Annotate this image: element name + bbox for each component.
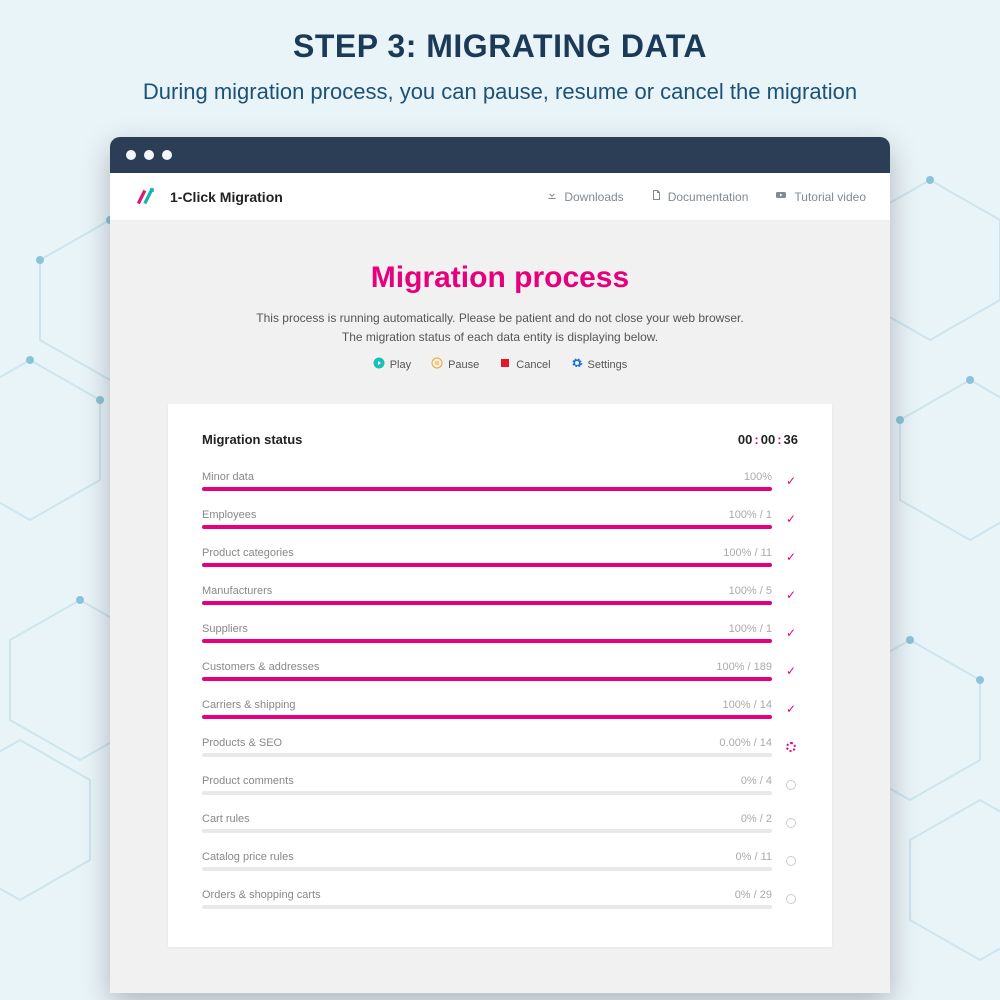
- check-icon: ✓: [784, 550, 798, 564]
- status-row-meta: 0% / 29: [735, 889, 772, 901]
- status-row-meta: 0% / 11: [736, 851, 773, 863]
- video-icon: [774, 189, 788, 204]
- page-description: This process is running automatically. P…: [128, 309, 872, 347]
- pending-icon: [784, 892, 798, 906]
- check-icon: ✓: [784, 474, 798, 488]
- migration-controls: Play Pause Cancel: [128, 357, 872, 372]
- nav-documentation[interactable]: Documentation: [650, 189, 749, 204]
- status-row-label: Carriers & shipping: [202, 699, 296, 711]
- elapsed-timer: 00:00:36: [738, 432, 798, 447]
- status-row: Carriers & shipping 100% / 14 ✓: [202, 699, 798, 719]
- play-label: Play: [390, 359, 411, 371]
- status-rows: Minor data100%✓Employees100% / 1✓Product…: [202, 471, 798, 909]
- check-icon: ✓: [784, 664, 798, 678]
- pending-icon: [784, 854, 798, 868]
- pause-icon: [431, 357, 443, 372]
- progress-bar: [202, 791, 772, 795]
- progress-bar: [202, 677, 772, 681]
- status-row: Orders & shopping carts 0% / 29: [202, 889, 798, 909]
- status-row-meta: 100% / 1: [729, 623, 772, 635]
- status-row-label: Suppliers: [202, 623, 248, 635]
- status-row: Suppliers 100% / 1 ✓: [202, 623, 798, 643]
- spinner-icon: [784, 740, 798, 754]
- settings-button[interactable]: Settings: [571, 357, 628, 372]
- status-row-meta: 100% / 1: [729, 509, 772, 521]
- status-row-label: Products & SEO: [202, 737, 282, 749]
- progress-bar: [202, 601, 772, 605]
- status-row: Cart rules 0% / 2: [202, 813, 798, 833]
- status-row-meta: 100% / 14: [722, 699, 772, 711]
- pending-icon: [784, 816, 798, 830]
- status-row-label: Product categories: [202, 547, 294, 559]
- top-nav: 1-Click Migration Downloads Documentatio…: [110, 173, 890, 221]
- pause-button[interactable]: Pause: [431, 357, 479, 372]
- check-icon: ✓: [784, 588, 798, 602]
- progress-bar: [202, 563, 772, 567]
- status-row: Catalog price rules 0% / 11: [202, 851, 798, 871]
- window-dot: [162, 150, 172, 160]
- brand-name: 1-Click Migration: [170, 189, 283, 205]
- status-row-meta: 0% / 4: [741, 775, 772, 787]
- status-row-meta: 100% / 189: [716, 661, 772, 673]
- cancel-label: Cancel: [516, 359, 550, 371]
- status-row: Minor data 100% ✓: [202, 471, 798, 491]
- status-row-label: Customers & addresses: [202, 661, 319, 673]
- brand: 1-Click Migration: [134, 184, 283, 210]
- progress-bar: [202, 487, 772, 491]
- play-button[interactable]: Play: [373, 357, 411, 372]
- cancel-icon: [499, 357, 511, 372]
- status-row-meta: 100% / 11: [723, 547, 772, 559]
- status-row: Employees 100% / 1 ✓: [202, 509, 798, 529]
- progress-bar: [202, 867, 772, 871]
- status-row-label: Manufacturers: [202, 585, 272, 597]
- nav-downloads-label: Downloads: [564, 190, 623, 204]
- download-icon: [546, 189, 558, 204]
- status-row: Manufacturers 100% / 5 ✓: [202, 585, 798, 605]
- progress-bar: [202, 639, 772, 643]
- status-row-meta: 100% / 5: [729, 585, 772, 597]
- pending-icon: [784, 778, 798, 792]
- check-icon: ✓: [784, 626, 798, 640]
- status-row: Product comments 0% / 4: [202, 775, 798, 795]
- status-row: Product categories 100% / 11 ✓: [202, 547, 798, 567]
- check-icon: ✓: [784, 512, 798, 526]
- progress-bar: [202, 905, 772, 909]
- window-dot: [144, 150, 154, 160]
- gear-icon: [571, 357, 583, 372]
- main-area: Migration process This process is runnin…: [110, 221, 890, 947]
- migration-status-card: Migration status 00:00:36 Minor data 100%…: [168, 404, 832, 947]
- play-icon: [373, 357, 385, 372]
- check-icon: ✓: [784, 702, 798, 716]
- browser-titlebar: [110, 137, 890, 173]
- nav-tutorial[interactable]: Tutorial video: [774, 189, 866, 204]
- status-row-label: Catalog price rules: [202, 851, 294, 863]
- status-row-label: Minor data: [202, 471, 254, 483]
- status-row-label: Orders & shopping carts: [202, 889, 321, 901]
- document-icon: [650, 189, 662, 204]
- nav-documentation-label: Documentation: [668, 190, 749, 204]
- app-body: 1-Click Migration Downloads Documentatio…: [110, 173, 890, 993]
- cancel-button[interactable]: Cancel: [499, 357, 550, 372]
- status-row-label: Employees: [202, 509, 256, 521]
- settings-label: Settings: [588, 359, 628, 371]
- progress-bar: [202, 525, 772, 529]
- status-row-meta: 0.00% / 14: [719, 737, 772, 749]
- status-heading: Migration status: [202, 432, 302, 447]
- status-row-label: Product comments: [202, 775, 294, 787]
- brand-logo-icon: [134, 184, 160, 210]
- status-row-meta: 100%: [744, 471, 772, 483]
- status-row: Products & SEO 0.00% / 14: [202, 737, 798, 757]
- status-row: Customers & addresses 100% / 189 ✓: [202, 661, 798, 681]
- nav-tutorial-label: Tutorial video: [794, 190, 866, 204]
- status-row-meta: 0% / 2: [741, 813, 772, 825]
- progress-bar: [202, 829, 772, 833]
- pause-label: Pause: [448, 359, 479, 371]
- status-row-label: Cart rules: [202, 813, 250, 825]
- page-title: Migration process: [128, 261, 872, 295]
- window-dot: [126, 150, 136, 160]
- nav-downloads[interactable]: Downloads: [546, 189, 623, 204]
- progress-bar: [202, 715, 772, 719]
- browser-window: 1-Click Migration Downloads Documentatio…: [110, 137, 890, 993]
- progress-bar: [202, 753, 772, 757]
